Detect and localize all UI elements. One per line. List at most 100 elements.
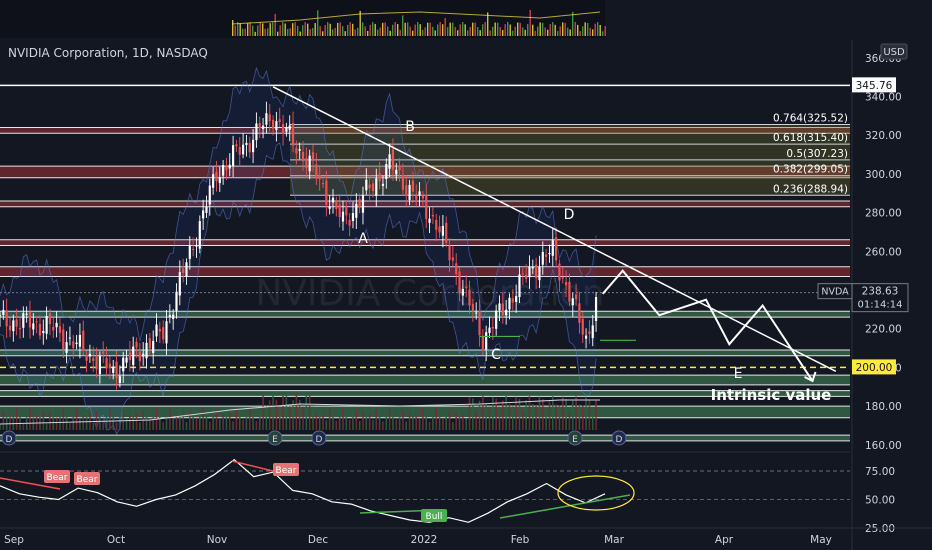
candle-body bbox=[232, 145, 235, 166]
candle-body bbox=[212, 174, 215, 188]
price-chart[interactable]: NVIDIA Corporation 0.764(325.52) 0.618(31… bbox=[0, 0, 932, 550]
volume-bar bbox=[0, 424, 1, 430]
rsi-tick-label: 25.00 bbox=[865, 523, 895, 535]
volume-bar bbox=[212, 410, 214, 430]
mini-volume-bar bbox=[257, 25, 259, 36]
volume-bar bbox=[425, 410, 428, 430]
volume-bar bbox=[272, 394, 274, 430]
mini-volume-bar bbox=[602, 31, 604, 36]
volume-bar bbox=[358, 420, 361, 430]
volume-bar bbox=[179, 408, 181, 430]
volume-bar bbox=[571, 399, 574, 430]
mini-volume-bar bbox=[374, 23, 376, 36]
volume-bar bbox=[145, 408, 148, 430]
candle-body bbox=[225, 166, 228, 170]
mini-volume-bar bbox=[307, 23, 309, 36]
candle-body bbox=[388, 154, 391, 169]
volume-bar bbox=[541, 398, 544, 430]
mini-volume-bar bbox=[487, 12, 489, 36]
volume-bar bbox=[478, 400, 481, 430]
candle-body bbox=[588, 331, 591, 334]
volume-bar bbox=[492, 396, 494, 430]
volume-bar bbox=[222, 414, 224, 430]
candle-body bbox=[418, 191, 421, 196]
mini-volume-bar bbox=[289, 28, 291, 36]
candle-body bbox=[268, 114, 271, 122]
wave-label-d: D bbox=[564, 207, 575, 223]
mini-volume-bar bbox=[377, 29, 379, 36]
volume-bar bbox=[342, 408, 344, 430]
candle-body bbox=[515, 296, 518, 302]
mini-volume-bar bbox=[284, 23, 286, 36]
volume-bar bbox=[525, 400, 527, 430]
candle-body bbox=[32, 323, 35, 330]
volume-bar bbox=[458, 408, 461, 430]
intrinsic-value-annotation: Intrinsic value bbox=[711, 386, 832, 404]
volume-bar bbox=[95, 410, 98, 430]
mini-volume-bar bbox=[327, 22, 329, 36]
volume-bar bbox=[59, 416, 61, 430]
volume-bar bbox=[275, 399, 278, 430]
volume-bar bbox=[438, 415, 441, 430]
price-tick-label: 320.00 bbox=[865, 130, 902, 142]
candle-body bbox=[461, 288, 464, 296]
candle-body bbox=[22, 313, 25, 328]
candle-body bbox=[485, 332, 488, 350]
candle-body bbox=[112, 366, 115, 374]
volume-bar bbox=[62, 408, 65, 430]
mini-volume-bar bbox=[442, 24, 444, 36]
volume-bar bbox=[545, 411, 547, 430]
volume-bar bbox=[55, 417, 58, 430]
candle-body bbox=[445, 222, 448, 243]
volume-bar bbox=[595, 399, 597, 430]
mini-volume-bar bbox=[254, 31, 256, 36]
candle-body bbox=[25, 313, 28, 315]
candle-body bbox=[571, 298, 574, 306]
volume-bar bbox=[22, 423, 25, 430]
rsi-panel[interactable]: Bear Bear Bear Bull bbox=[0, 451, 850, 529]
volume-bar bbox=[52, 408, 55, 430]
mini-volume-bar bbox=[502, 29, 504, 36]
volume-bar bbox=[85, 408, 88, 430]
candle-body bbox=[548, 253, 551, 255]
candle-body bbox=[85, 355, 88, 361]
volume-bar bbox=[175, 415, 178, 430]
candle-body bbox=[158, 328, 161, 332]
candle-body bbox=[395, 169, 398, 175]
candle-body bbox=[361, 195, 365, 213]
time-axis[interactable]: Sep Oct Nov Dec 2022 Feb Mar Apr May bbox=[0, 527, 932, 546]
candle-body bbox=[321, 182, 325, 185]
volume-bar bbox=[79, 417, 81, 430]
candle-body bbox=[261, 125, 265, 129]
candle-body bbox=[398, 165, 401, 171]
candle-body bbox=[541, 251, 544, 265]
mini-volume-bar bbox=[404, 22, 406, 36]
candle-body bbox=[351, 213, 355, 222]
volume-bar bbox=[308, 395, 311, 430]
candle-body bbox=[58, 326, 62, 333]
volume-bar bbox=[215, 409, 218, 430]
mini-volume-bar bbox=[429, 22, 431, 36]
mini-volume-bar bbox=[232, 20, 234, 36]
candle-body bbox=[28, 311, 32, 328]
time-tick-label: May bbox=[810, 534, 832, 546]
candle-body bbox=[238, 147, 241, 155]
mini-volume-bar bbox=[407, 22, 409, 36]
mini-volume-bar bbox=[369, 24, 371, 36]
volume-bar bbox=[558, 405, 561, 430]
mini-volume-bar bbox=[352, 23, 354, 36]
mini-volume-bar bbox=[319, 26, 321, 36]
volume-bar bbox=[508, 403, 511, 430]
volume-bar bbox=[532, 404, 534, 430]
candle-body bbox=[222, 165, 225, 176]
candle-body bbox=[68, 337, 72, 339]
wave-label-b: B bbox=[405, 119, 415, 135]
mini-volume-bar bbox=[437, 24, 439, 36]
candle-body bbox=[545, 254, 548, 257]
candle-body bbox=[192, 249, 195, 251]
candle-body bbox=[258, 122, 261, 129]
volume-bar bbox=[352, 409, 354, 430]
volume-bar bbox=[561, 396, 564, 430]
volume-bar bbox=[312, 406, 314, 430]
mini-volume-bar bbox=[444, 18, 446, 36]
